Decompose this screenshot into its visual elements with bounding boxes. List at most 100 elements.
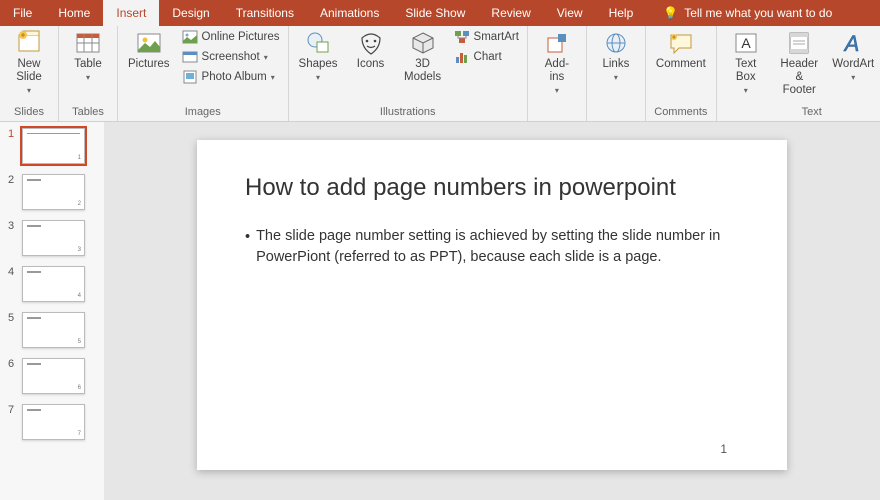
photo-album-button[interactable]: Photo Album ▾ [180,68,282,86]
thumbnail-preview: 6 [22,358,85,394]
tab-design[interactable]: Design [159,0,222,26]
chart-icon [454,49,470,65]
slide-canvas[interactable]: How to add page numbers in powerpoint • … [197,140,787,470]
pictures-button[interactable]: Pictures [124,28,174,73]
group-text: A Text Box ▾ Header & Footer A WordArt ▾… [717,26,880,121]
thumbnail-slide-2[interactable]: 22 [8,174,100,210]
tell-me-search[interactable]: 💡 Tell me what you want to do [650,0,845,26]
group-label-addins [534,116,580,121]
textbox-button[interactable]: A Text Box ▾ [723,28,769,98]
slide-editor[interactable]: How to add page numbers in powerpoint • … [104,122,880,500]
shapes-icon [305,30,331,56]
slide-page-number: 1 [720,442,727,456]
addins-button[interactable]: Add- ins ▾ [534,28,580,98]
tab-animations[interactable]: Animations [307,0,392,26]
thumbnail-preview: 4 [22,266,85,302]
tab-slideshow[interactable]: Slide Show [392,0,478,26]
comment-button[interactable]: Comment [652,28,710,73]
comment-label: Comment [656,58,706,71]
thumbnail-number: 3 [8,220,18,232]
chart-button[interactable]: Chart [452,48,521,66]
group-illustrations: Shapes ▾ Icons 3D Models SmartArt Chart [289,26,528,121]
new-slide-icon [16,30,42,56]
chevron-down-icon: ▾ [614,73,618,82]
wordart-icon: A [840,30,866,56]
screenshot-icon [182,49,198,65]
svg-text:A: A [741,35,751,51]
thumbnail-number: 4 [8,266,18,278]
new-slide-button[interactable]: New Slide ▾ [6,28,52,98]
smartart-icon [454,29,470,45]
thumbnail-slide-4[interactable]: 44 [8,266,100,302]
tab-file[interactable]: File [0,0,45,26]
thumbnail-slide-3[interactable]: 33 [8,220,100,256]
icons-button[interactable]: Icons [348,28,394,73]
chevron-down-icon: ▾ [271,73,275,82]
thumbnail-number: 7 [8,404,18,416]
smartart-button[interactable]: SmartArt [452,28,521,46]
tab-home[interactable]: Home [45,0,103,26]
thumbnail-number: 5 [8,312,18,324]
addins-icon [544,30,570,56]
table-button[interactable]: Table ▾ [65,28,111,84]
thumbnail-slide-6[interactable]: 66 [8,358,100,394]
chevron-down-icon: ▾ [851,73,855,82]
thumbnail-slide-1[interactable]: 11 [8,128,100,164]
slide-title[interactable]: How to add page numbers in powerpoint [245,174,739,202]
thumbnail-number: 1 [8,128,18,140]
thumbnail-preview: 2 [22,174,85,210]
textbox-label: Text Box [735,58,756,84]
3d-models-button[interactable]: 3D Models [400,28,446,86]
tab-view[interactable]: View [544,0,596,26]
thumbnail-number: 2 [8,174,18,186]
tab-transitions[interactable]: Transitions [223,0,307,26]
thumbnail-number: 6 [8,358,18,370]
screenshot-button[interactable]: Screenshot ▾ [180,48,282,66]
icons-icon [358,30,384,56]
group-label-illustrations: Illustrations [295,104,521,121]
header-footer-button[interactable]: Header & Footer [775,28,824,100]
chevron-down-icon: ▾ [744,86,748,95]
photo-album-icon [182,69,198,85]
thumbnail-slide-5[interactable]: 55 [8,312,100,348]
pictures-icon [136,30,162,56]
chart-label: Chart [474,51,502,63]
shapes-label: Shapes [299,58,338,71]
thumbnail-preview: 5 [22,312,85,348]
thumbnail-preview: 7 [22,404,85,440]
group-slides: New Slide ▾ Slides [0,26,59,121]
wordart-button[interactable]: A WordArt ▾ [830,28,877,84]
group-label-images: Images [124,104,282,121]
tab-help[interactable]: Help [596,0,647,26]
3d-models-label: 3D Models [404,58,441,84]
group-images: Pictures Online Pictures Screenshot ▾ Ph… [118,26,289,121]
tab-review[interactable]: Review [478,0,543,26]
group-label-links [593,116,639,121]
3d-models-icon [410,30,436,56]
menu-tabs: File Home Insert Design Transitions Anim… [0,0,880,26]
slide-thumbnails-panel[interactable]: 11223344556677 [0,122,104,500]
online-pictures-label: Online Pictures [202,31,280,43]
group-comments: Comment Comments [646,26,717,121]
group-label-text: Text [723,104,880,121]
main-area: 11223344556677 How to add page numbers i… [0,122,880,500]
thumbnail-preview: 1 [22,128,85,164]
chevron-down-icon: ▾ [316,73,320,82]
group-tables: Table ▾ Tables [59,26,118,121]
header-footer-label: Header & Footer [779,58,820,98]
group-links: Links ▾ [587,26,646,121]
thumbnail-slide-7[interactable]: 77 [8,404,100,440]
online-pictures-button[interactable]: Online Pictures [180,28,282,46]
group-addins: Add- ins ▾ [528,26,587,121]
links-button[interactable]: Links ▾ [593,28,639,84]
new-slide-label: New Slide [16,58,42,84]
screenshot-label: Screenshot [202,51,260,63]
table-label: Table [74,58,102,71]
chevron-down-icon: ▾ [555,86,559,95]
shapes-button[interactable]: Shapes ▾ [295,28,342,84]
slide-bullet[interactable]: • The slide page number setting is achie… [245,226,739,268]
chevron-down-icon: ▾ [27,86,31,95]
tab-insert[interactable]: Insert [103,0,159,26]
comment-icon [668,30,694,56]
group-label-slides: Slides [6,104,52,121]
